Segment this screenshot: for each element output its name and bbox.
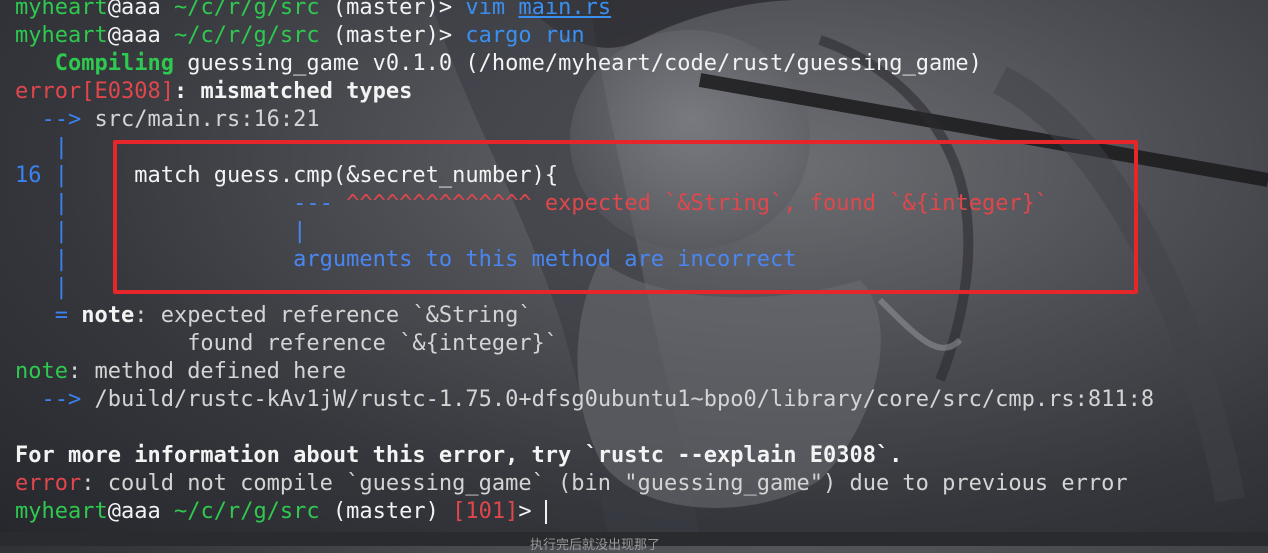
command-arg: run <box>544 23 585 48</box>
command-line-vim: myheart@aaa ~/c/r/g/src (master)> vim ma… <box>15 0 1268 22</box>
error-code: error[E0308] <box>15 79 174 104</box>
command-program: vim <box>465 0 506 20</box>
exit-code: [101] <box>452 499 519 524</box>
note-found-line: found reference `&{integer}` <box>15 330 1268 358</box>
note-text: : method defined here <box>67 359 347 384</box>
note-expected-line: = note: expected reference `&String` <box>54 303 532 328</box>
error-line: error[E0308]: mismatched types <box>15 78 1268 106</box>
current-prompt-line[interactable]: myheart@aaa ~/c/r/g/src (master) [101]> <box>15 498 1268 526</box>
arrow: --> <box>41 387 82 412</box>
red-highlight-annotation <box>113 140 1138 294</box>
command-program: cargo <box>465 23 532 48</box>
command-arg: main.rs <box>518 0 612 20</box>
compiling-label: Compiling <box>54 51 174 76</box>
line-number: 16 <box>15 163 42 188</box>
bottom-caption: 执行完后就没出现那了 <box>530 538 661 553</box>
location-path: src/main.rs:16:21 <box>94 107 320 132</box>
note-label: note <box>15 359 68 384</box>
location-path: /build/rustc-kAv1jW/rustc-1.75.0+dfsg0ub… <box>94 387 1155 412</box>
compiling-text: guessing_game v0.1.0 (/home/myheart/code… <box>187 51 982 76</box>
location-line-2: --> /build/rustc-kAv1jW/rustc-1.75.0+dfs… <box>15 386 1268 414</box>
note-method-line: note: method defined here <box>15 358 1268 386</box>
text-cursor[interactable] <box>544 500 547 524</box>
error-compile-line: error: could not compile `guessing_game`… <box>15 470 1268 498</box>
prompt-user: myheart <box>15 0 108 20</box>
arrow: --> <box>41 107 82 132</box>
prompt-branch: (master) <box>332 0 439 20</box>
error-text: : could not compile `guessing_game` (bin… <box>81 471 1128 496</box>
more-info-text: For more information about this error, t… <box>15 443 903 468</box>
prompt-host: aaa <box>120 0 161 20</box>
note-found-text: found reference `&{integer}` <box>187 331 559 356</box>
more-info-line: For more information about this error, t… <box>15 442 1268 470</box>
note-text: : expected reference `&String` <box>134 303 532 328</box>
prompt-path: ~/c/r/g/src <box>173 0 320 20</box>
error-label: error <box>15 471 82 496</box>
command-line-cargo: myheart@aaa ~/c/r/g/src (master)> cargo … <box>15 23 585 48</box>
note-label: note <box>81 303 135 328</box>
compiling-line: Compiling guessing_game v0.1.0 (/home/my… <box>15 50 1268 78</box>
error-message: : mismatched types <box>173 79 413 104</box>
location-line: --> src/main.rs:16:21 <box>15 106 1268 134</box>
